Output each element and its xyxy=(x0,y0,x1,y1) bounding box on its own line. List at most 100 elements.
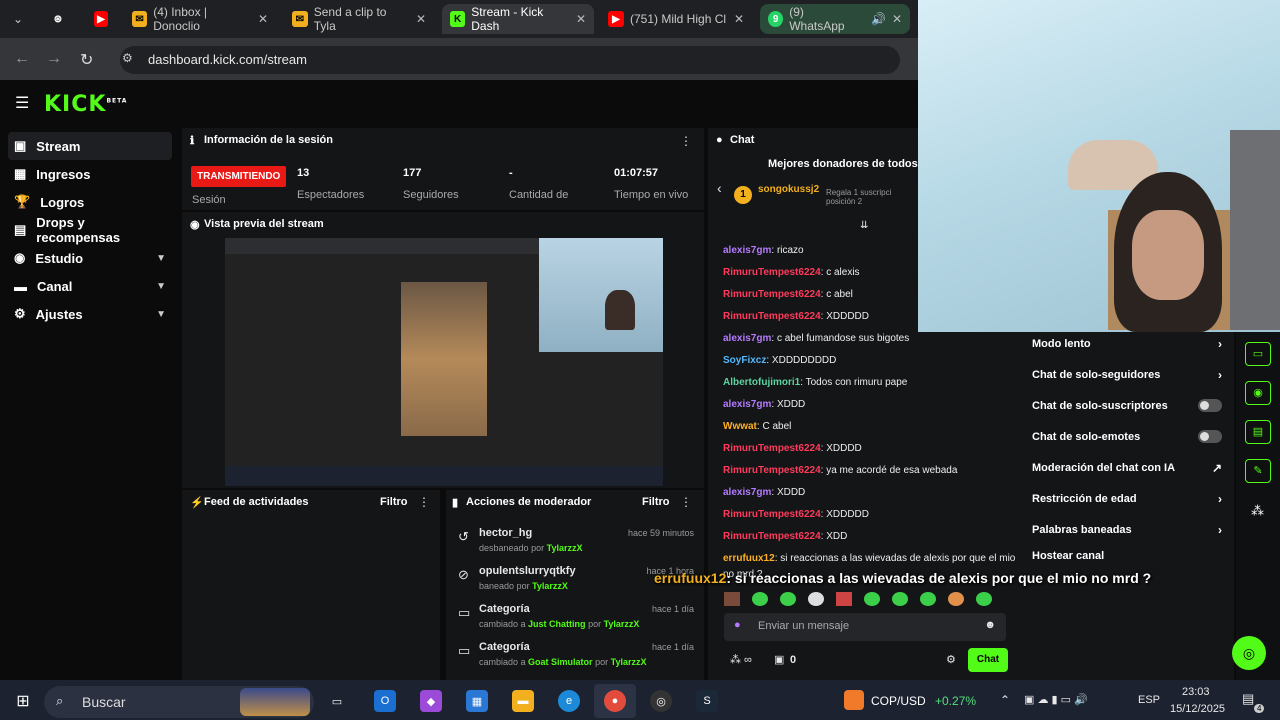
windows-start-icon[interactable]: ⊞ xyxy=(12,690,34,712)
obs-icon[interactable]: ◎ xyxy=(650,690,672,712)
chat-username[interactable]: alexis7gm xyxy=(723,245,771,256)
emote-icon[interactable] xyxy=(724,592,740,606)
sidebar-item-ingresos[interactable]: ▦ Ingresos xyxy=(8,160,172,188)
speaker-icon[interactable]: 🔊 xyxy=(871,12,886,26)
tab-send-clip[interactable]: ✉ Send a clip to Tyla ✕ xyxy=(284,4,434,34)
chat-username[interactable]: alexis7gm xyxy=(723,399,771,410)
chat-input[interactable]: ● Enviar un mensaje ☻ xyxy=(724,613,1006,641)
close-icon[interactable]: ✕ xyxy=(734,12,744,26)
close-icon[interactable]: ✕ xyxy=(576,12,586,26)
close-icon[interactable]: ✕ xyxy=(892,12,902,26)
emote-icon[interactable] xyxy=(836,592,852,606)
more-options-icon[interactable]: ⋮ xyxy=(418,495,430,509)
emote-icon[interactable] xyxy=(808,592,824,606)
sidebar-item-logros[interactable]: 🏆 Logros xyxy=(8,188,172,216)
tab-chatgpt[interactable]: ⊛ xyxy=(44,4,72,34)
mod-action-target[interactable]: opulentslurryqtkfy xyxy=(479,565,576,577)
tray-icons[interactable]: ▣ ☁ ▮ ▭ 🔊 xyxy=(1024,693,1088,706)
sidebar-item-estudio[interactable]: ◉ Estudio ▼ xyxy=(8,244,172,272)
menu-item-banned-words[interactable]: Palabras baneadas › xyxy=(1032,523,1222,537)
url-field[interactable]: ⚙ dashboard.kick.com/stream xyxy=(120,46,900,74)
stream-preview-video[interactable] xyxy=(225,238,663,486)
chat-username[interactable]: alexis7gm xyxy=(723,333,771,344)
clock-time[interactable]: 23:03 xyxy=(1182,686,1210,698)
close-icon[interactable]: ✕ xyxy=(258,12,268,26)
gear-icon[interactable]: ⚙ xyxy=(946,653,956,666)
steam-icon[interactable]: S xyxy=(696,690,718,712)
emote-icon[interactable] xyxy=(920,592,936,606)
chat-username[interactable]: RimuruTempest6224 xyxy=(723,509,821,520)
menu-item-subs-only[interactable]: Chat de solo-suscriptores xyxy=(1032,399,1222,412)
tab-youtube-mild[interactable]: ▶ (751) Mild High Cl ✕ xyxy=(600,4,752,34)
tab-kick-dashboard[interactable]: K Stream - Kick Dash ✕ xyxy=(442,4,594,34)
help-icon[interactable]: ◎ xyxy=(1232,636,1266,670)
menu-item-age-restriction[interactable]: Restricción de edad › xyxy=(1032,492,1222,506)
chat-username[interactable]: RimuruTempest6224 xyxy=(723,531,821,542)
ticker-symbol[interactable]: COP/USD xyxy=(871,694,926,708)
hamburger-menu-icon[interactable]: ☰ xyxy=(15,93,29,113)
feed-filter-button[interactable]: Filtro xyxy=(380,496,408,508)
task-view-icon[interactable]: ▭ xyxy=(326,690,348,712)
chat-username[interactable]: Albertofujimori1 xyxy=(723,377,800,388)
sidebar-item-stream[interactable]: ▣ Stream xyxy=(8,132,172,160)
chevron-left-icon[interactable]: ‹ xyxy=(717,180,722,196)
tab-inbox[interactable]: ✉ (4) Inbox | Donoclio ✕ xyxy=(124,4,276,34)
share-icon[interactable]: ⁂ ∞ xyxy=(730,653,752,666)
modactions-filter-button[interactable]: Filtro xyxy=(642,496,670,508)
mic-icon[interactable]: ● xyxy=(734,619,741,631)
forward-arrow-icon[interactable]: → xyxy=(46,50,62,68)
outlook-icon[interactable]: O xyxy=(374,690,396,712)
site-info-icon[interactable]: ⚙ xyxy=(122,51,133,65)
store-icon[interactable]: ▦ xyxy=(466,690,488,712)
taskbar-search[interactable]: ⌕ Buscar xyxy=(44,686,314,718)
chat-username[interactable]: RimuruTempest6224 xyxy=(723,267,821,278)
emotes-only-toggle[interactable] xyxy=(1198,430,1222,443)
menu-item-ai-moderation[interactable]: Moderación del chat con IA ↗ xyxy=(1032,461,1222,475)
clock-date[interactable]: 15/12/2025 xyxy=(1170,703,1225,715)
menu-item-emotes-only[interactable]: Chat de solo-emotes xyxy=(1032,430,1222,443)
copilot-icon[interactable]: ◆ xyxy=(420,690,442,712)
edge-icon[interactable]: e xyxy=(558,690,580,712)
file-explorer-icon[interactable]: ▬ xyxy=(512,690,534,712)
broadcast-icon[interactable]: ◉ xyxy=(1245,381,1271,405)
sidebar-item-canal[interactable]: ▬ Canal ▼ xyxy=(8,272,172,300)
emote-icon[interactable] xyxy=(948,592,964,606)
menu-item-host-channel[interactable]: Hostear canal xyxy=(1032,550,1222,562)
chat-username[interactable]: errufuux12 xyxy=(723,553,775,564)
emote-icon[interactable] xyxy=(752,592,768,606)
emote-icon[interactable] xyxy=(864,592,880,606)
emoji-icon[interactable]: ☻ xyxy=(984,619,996,631)
chat-panel-icon[interactable]: ▭ xyxy=(1245,342,1271,366)
mod-action-target[interactable]: hector_hg xyxy=(479,527,532,539)
menu-item-followers-only[interactable]: Chat de solo-seguidores › xyxy=(1032,368,1222,382)
chat-username[interactable]: alexis7gm xyxy=(723,487,771,498)
chat-username[interactable]: RimuruTempest6224 xyxy=(723,443,821,454)
sidebar-item-drops[interactable]: ▤ Drops y recompensas xyxy=(8,215,172,245)
kick-logo[interactable]: KICKBETA xyxy=(44,92,127,117)
chat-username[interactable]: RimuruTempest6224 xyxy=(723,465,821,476)
back-arrow-icon[interactable]: ← xyxy=(14,50,30,68)
tab-youtube[interactable]: ▶ xyxy=(86,4,116,34)
add-widget-icon[interactable]: ⁂ xyxy=(1251,503,1264,519)
emote-icon[interactable] xyxy=(976,592,992,606)
emote-icon[interactable] xyxy=(892,592,908,606)
chat-username[interactable]: RimuruTempest6224 xyxy=(723,289,821,300)
chevron-up-icon[interactable]: ⌃ xyxy=(1000,693,1010,707)
sidebar-item-ajustes[interactable]: ⚙ Ajustes ▼ xyxy=(8,300,172,328)
wrench-icon[interactable]: ✎ xyxy=(1245,459,1271,483)
layout-icon[interactable]: ▤ xyxy=(1245,420,1271,444)
chat-username[interactable]: RimuruTempest6224 xyxy=(723,311,821,322)
tab-whatsapp[interactable]: 9 (9) WhatsApp 🔊 ✕ xyxy=(760,4,910,34)
donor-name[interactable]: songokussj2 xyxy=(758,184,819,195)
subs-only-toggle[interactable] xyxy=(1198,399,1222,412)
pin-icon[interactable]: ⇊ xyxy=(860,220,868,231)
emote-icon[interactable] xyxy=(780,592,796,606)
close-icon[interactable]: ✕ xyxy=(416,12,426,26)
chat-username[interactable]: Wwwat xyxy=(723,421,757,432)
menu-item-slow-mode[interactable]: Modo lento › xyxy=(1032,337,1222,351)
chat-username[interactable]: SoyFixcz xyxy=(723,355,766,366)
tab-list-button[interactable]: ⌄ xyxy=(6,4,30,34)
more-options-icon[interactable]: ⋮ xyxy=(680,495,692,509)
language-indicator[interactable]: ESP xyxy=(1138,694,1160,706)
chat-send-button[interactable]: Chat xyxy=(968,648,1008,672)
